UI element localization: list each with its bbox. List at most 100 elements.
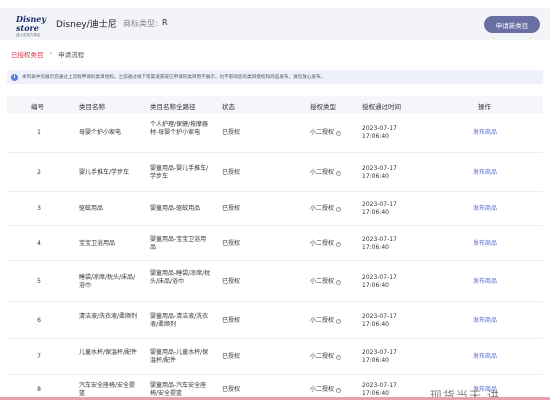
- header-number: 编号: [31, 103, 44, 111]
- auth-type: 小二授权?: [310, 240, 370, 248]
- table-row: 3 驱蚊用品 婴童用品-驱蚊用品 已授权 小二授权? 2023-07-17 17:06:4…: [7, 192, 543, 226]
- table-row: 6 清洁液/洗衣液/柔顺剂 婴童用品-清洁液/洗衣液/柔顺剂 已授权 小二授权? 2023…: [7, 302, 543, 339]
- auth-type-label: 小二授权: [310, 317, 335, 324]
- category-path: 个人护理/保健/按摩器材-母婴个护小家电: [150, 121, 209, 136]
- status-text: 已授权: [222, 205, 241, 212]
- publish-product-link[interactable]: 发布商品: [473, 205, 513, 213]
- category-path: 婴童用品-睡袋/凉席/枕头/床品/浴巾: [150, 270, 211, 285]
- logo-subtext: 迪士尼官方商店: [16, 33, 41, 37]
- row-number: 1: [37, 129, 41, 136]
- help-icon[interactable]: ?: [336, 318, 342, 324]
- auth-type-label: 小二授权: [310, 278, 335, 285]
- publish-product-link[interactable]: 发布商品: [473, 240, 513, 248]
- info-notice: i 本列表中仅展示您通过上流程申请的类目授权。之前通过线下等渠道获取已申请的类目…: [7, 70, 543, 84]
- header-category-path: 类目名称全路径: [150, 103, 196, 111]
- auth-type-label: 小二授权: [310, 129, 335, 136]
- breadcrumb-authorized-categories[interactable]: 已授权类目: [11, 49, 44, 59]
- help-icon[interactable]: ?: [336, 241, 342, 247]
- auth-type: 小二授权?: [310, 386, 370, 394]
- header-status: 状态: [222, 103, 235, 111]
- table-header: 编号 类目名称 类目名称全路径 状态 授权类型 授权通过时间 操作: [7, 96, 543, 113]
- auth-time: 2023-07-17 17:06:40: [362, 201, 397, 216]
- disney-store-logo: Disney store 迪士尼官方商店: [16, 14, 50, 38]
- publish-product-link[interactable]: 发布商品: [473, 317, 513, 325]
- breadcrumb: 已授权类目 › 申请流程: [11, 49, 84, 59]
- table-row: 2 婴儿手推车/学步车 婴童用品-婴儿手推车/学步车 已授权 小二授权? 2023-07-…: [7, 153, 543, 192]
- help-icon[interactable]: ?: [336, 130, 342, 136]
- breadcrumb-application-process[interactable]: 申请流程: [58, 49, 84, 59]
- auth-type-label: 小二授权: [310, 353, 335, 360]
- status-text: 已授权: [222, 129, 241, 136]
- publish-product-link[interactable]: 发布商品: [473, 278, 513, 286]
- auth-type-label: 小二授权: [310, 169, 335, 176]
- publish-product-link[interactable]: 发布商品: [473, 129, 513, 137]
- auth-type: 小二授权?: [310, 278, 370, 286]
- status-text: 已授权: [222, 278, 241, 285]
- category-name: 婴儿手推车/学步车: [79, 169, 130, 176]
- category-name: 驱蚊用品: [79, 205, 104, 212]
- table-row: 5 睡袋/凉席/枕头/床品/浴巾 婴童用品-睡袋/凉席/枕头/床品/浴巾已授权 小二授…: [7, 261, 543, 302]
- auth-type-label: 小二授权: [310, 386, 335, 393]
- auth-type: 小二授权?: [310, 169, 370, 177]
- category-path: 婴童用品-宝宝卫浴用品: [150, 236, 207, 251]
- notice-text: 本列表中仅展示您通过上流程申请的类目授权。之前通过线下等渠道获取已申请的类目暂不…: [22, 75, 326, 80]
- help-icon[interactable]: ?: [336, 170, 342, 176]
- status-text: 已授权: [222, 317, 241, 324]
- category-name: 母婴个护小家电: [79, 129, 122, 136]
- status-text: 已授权: [222, 386, 241, 393]
- row-number: 3: [37, 205, 41, 212]
- help-icon[interactable]: ?: [336, 354, 342, 360]
- category-name: 清洁液/洗衣液/柔顺剂: [79, 313, 138, 320]
- row-number: 4: [37, 240, 41, 247]
- breadcrumb-separator: ›: [49, 49, 53, 57]
- row-number: 2: [37, 169, 41, 176]
- header-category-name: 类目名称: [79, 103, 105, 111]
- auth-type: 小二授权?: [310, 353, 370, 361]
- status-text: 已授权: [222, 353, 241, 360]
- category-path: 婴童用品-婴儿手推车/学步车: [150, 165, 209, 180]
- brand-name: Disney/迪士尼: [56, 20, 117, 30]
- category-name: 宝宝卫浴用品: [79, 240, 116, 247]
- help-icon[interactable]: ?: [336, 279, 342, 285]
- header-auth-time: 授权通过时间: [362, 103, 401, 111]
- trademark-type-label: 商标类型:: [123, 19, 158, 28]
- help-icon[interactable]: ?: [336, 206, 342, 212]
- logo-text: Disney store: [16, 14, 47, 33]
- header-auth-type: 授权类型: [310, 103, 336, 111]
- publish-product-link[interactable]: 发布商品: [473, 353, 513, 361]
- auth-type: 小二授权?: [310, 205, 370, 213]
- auth-type-label: 小二授权: [310, 240, 335, 247]
- auth-time: 2023-07-17 17:06:40: [362, 165, 397, 180]
- category-name: 汽车安全座椅/安全提篮: [79, 382, 136, 397]
- row-number: 7: [37, 353, 41, 360]
- category-path: 婴童用品-清洁液/洗衣液/柔顺剂: [150, 313, 209, 328]
- status-text: 已授权: [222, 240, 241, 247]
- auth-type: 小二授权?: [310, 317, 370, 325]
- info-icon: i: [11, 73, 18, 81]
- category-path: 婴童用品-驱蚊用品: [150, 205, 201, 212]
- table-row: 4 宝宝卫浴用品 婴童用品-宝宝卫浴用品 已授权 小二授权? 2023-07-17 17:…: [7, 226, 543, 261]
- row-number: 8: [37, 386, 41, 393]
- auth-time: 2023-07-17 17:06:40: [362, 382, 397, 397]
- trademark-type-value: R: [162, 18, 168, 27]
- row-number: 6: [37, 317, 41, 324]
- help-icon[interactable]: ?: [336, 387, 342, 393]
- auth-type: 小二授权?: [310, 129, 370, 137]
- apply-new-category-button[interactable]: 申请新类目: [484, 16, 540, 33]
- publish-product-link[interactable]: 发布商品: [473, 169, 513, 177]
- brand-header: Disney store 迪士尼官方商店 Disney/迪士尼 商标类型: R …: [0, 8, 550, 40]
- table-row: 7 儿童水杯/保温杯/配件 婴童用品-儿童水杯/保温杯/配件 已授权 小二授权? 2023…: [7, 339, 543, 375]
- category-path: 婴童用品-汽车安全座椅/安全提篮: [150, 382, 207, 397]
- category-name: 儿童水杯/保温杯/配件: [79, 349, 138, 356]
- auth-time: 2023-07-17 17:06:40: [362, 313, 397, 328]
- header-action: 操作: [478, 103, 491, 111]
- auth-time: 2023-07-17 17:06:40: [362, 349, 397, 364]
- auth-time: 2023-07-17 17:06:40: [362, 125, 397, 140]
- category-name: 睡袋/凉席/枕头/床品/浴巾: [79, 274, 136, 289]
- auth-time: 2023-07-17 17:06:40: [362, 236, 397, 251]
- table-row: 1 母婴个护小家电 个人护理/保健/按摩器材-母婴个护小家电 已授权 小二授权? 2023…: [7, 113, 543, 153]
- category-path: 婴童用品-儿童水杯/保温杯/配件: [150, 349, 209, 364]
- auth-type-label: 小二授权: [310, 205, 335, 212]
- row-number: 5: [37, 278, 41, 285]
- auth-time: 2023-07-17 17:06:40: [362, 274, 397, 289]
